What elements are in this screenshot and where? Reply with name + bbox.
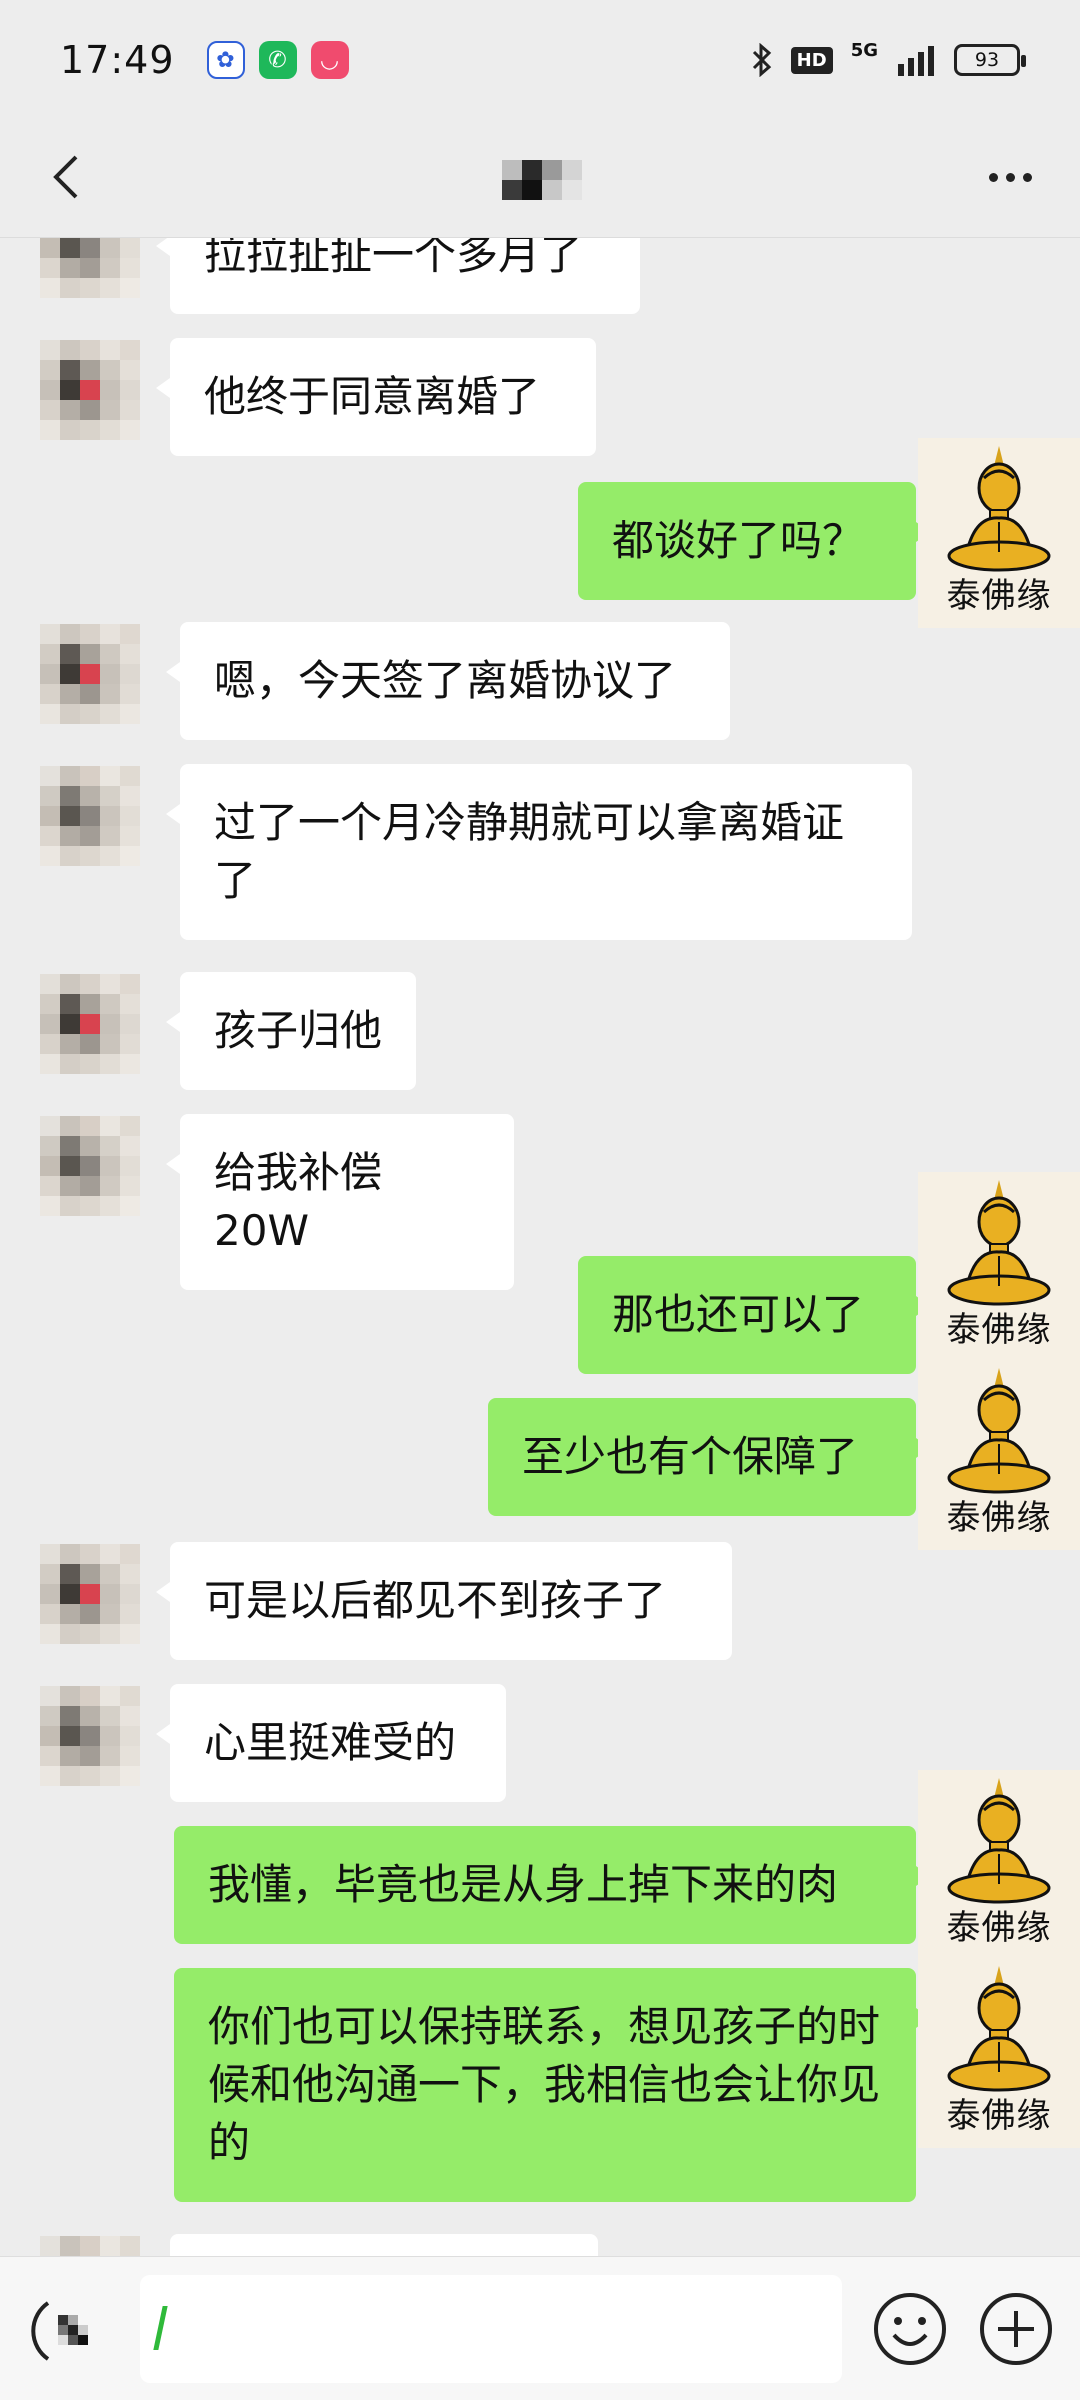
avatar[interactable]: [40, 624, 140, 724]
message-bubble-received[interactable]: 可是以后都见不到孩子了: [156, 1542, 732, 1660]
phone-icon: ✆: [258, 41, 297, 79]
network-label: 5G: [850, 39, 878, 61]
my-avatar-caption: 泰佛缘: [946, 576, 1052, 616]
my-avatar-caption: 泰佛缘: [946, 1908, 1052, 1948]
hd-badge: HD: [790, 46, 833, 74]
message-bubble-sent[interactable]: 我懂，毕竟也是从身上掉下来的肉: [174, 1826, 930, 1944]
avatar[interactable]: [40, 340, 140, 440]
buddha-logo-icon: [947, 1180, 1051, 1306]
status-time: 17:49: [60, 38, 175, 82]
message-bubble-received[interactable]: 嗯，今天签了离婚协议了: [166, 622, 730, 740]
my-avatar-caption: 泰佛缘: [946, 1310, 1052, 1350]
message-bubble-sent[interactable]: 至少也有个保障了: [488, 1398, 930, 1516]
emoji-icon: [874, 2293, 946, 2365]
message-bubble-received[interactable]: 他终于同意离婚了: [156, 338, 596, 456]
baidu-icon: ✿: [206, 41, 245, 79]
message-bubble-sent[interactable]: 你们也可以保持联系，想见孩子的时候和他沟通一下，我相信也会让你见的: [174, 1968, 930, 2202]
message-bubble-received[interactable]: 心里挺难受的: [156, 1684, 506, 1802]
message-bubble-partial[interactable]: [170, 2234, 598, 2256]
my-avatar[interactable]: 泰佛缘: [918, 1770, 1080, 1960]
message-bubble-received[interactable]: 给我补偿 20W: [166, 1114, 514, 1290]
my-avatar[interactable]: 泰佛缘: [918, 1360, 1080, 1550]
more-button[interactable]: [970, 142, 1050, 212]
buddha-logo-icon: [947, 1778, 1051, 1904]
message-bubble-received[interactable]: 孩子归他: [166, 972, 416, 1090]
message-bubble-sent[interactable]: 那也还可以了: [578, 1256, 930, 1374]
my-avatar-caption: 泰佛缘: [946, 1498, 1052, 1538]
buddha-logo-icon: [947, 1966, 1051, 2092]
my-avatar[interactable]: 泰佛缘: [918, 438, 1080, 628]
message-bubble-received[interactable]: 过了一个月冷静期就可以拿离婚证了: [166, 764, 912, 940]
more-dots-icon: [988, 172, 998, 182]
battery-icon: 93: [954, 44, 1026, 76]
my-avatar-caption: 泰佛缘: [946, 2096, 1052, 2136]
avatar[interactable]: [40, 974, 140, 1074]
back-button[interactable]: [30, 142, 100, 212]
signal-icon: [898, 46, 934, 76]
voice-button[interactable]: [24, 2291, 104, 2371]
avatar[interactable]: [40, 1116, 140, 1216]
bluetooth-icon: [752, 43, 771, 77]
my-avatar[interactable]: 泰佛缘: [918, 1172, 1080, 1362]
status-indicators: HD 5G 93: [751, 39, 1026, 77]
avatar[interactable]: [40, 238, 140, 298]
buddha-logo-icon: [947, 1368, 1051, 1494]
pink-app-icon: ◡: [310, 41, 349, 79]
avatar[interactable]: [40, 1544, 140, 1644]
status-bar: 17:49 ✿ ✆ ◡ HD 5G 93: [0, 0, 1080, 120]
avatar[interactable]: [40, 1686, 140, 1786]
message-bubble-sent[interactable]: 都谈好了吗？: [578, 482, 930, 600]
battery-level: 93: [974, 49, 1000, 71]
avatar[interactable]: [40, 2236, 140, 2256]
chevron-left-icon: [53, 155, 78, 199]
emoji-button[interactable]: [870, 2289, 950, 2369]
my-avatar[interactable]: 泰佛缘: [918, 1958, 1080, 2148]
text-caret: [153, 2306, 168, 2350]
plus-icon: [980, 2293, 1052, 2365]
message-list[interactable]: 拉拉扯扯一个多月了 他终于同意离婚了 都谈好了吗？ 泰佛缘 嗯，今天签了离婚协议了 过了一…: [0, 238, 1080, 2256]
chat-header: [0, 120, 1080, 238]
chat-title-pixelated: [502, 160, 582, 200]
voice-icon: [31, 2301, 88, 2361]
buddha-logo-icon: [947, 446, 1051, 572]
status-app-icons: ✿ ✆ ◡: [206, 41, 349, 79]
plus-button[interactable]: [976, 2289, 1056, 2369]
input-bar: [0, 2256, 1080, 2400]
avatar[interactable]: [40, 766, 140, 866]
message-bubble-received[interactable]: 拉拉扯扯一个多月了: [156, 238, 640, 314]
message-input[interactable]: [140, 2275, 842, 2383]
